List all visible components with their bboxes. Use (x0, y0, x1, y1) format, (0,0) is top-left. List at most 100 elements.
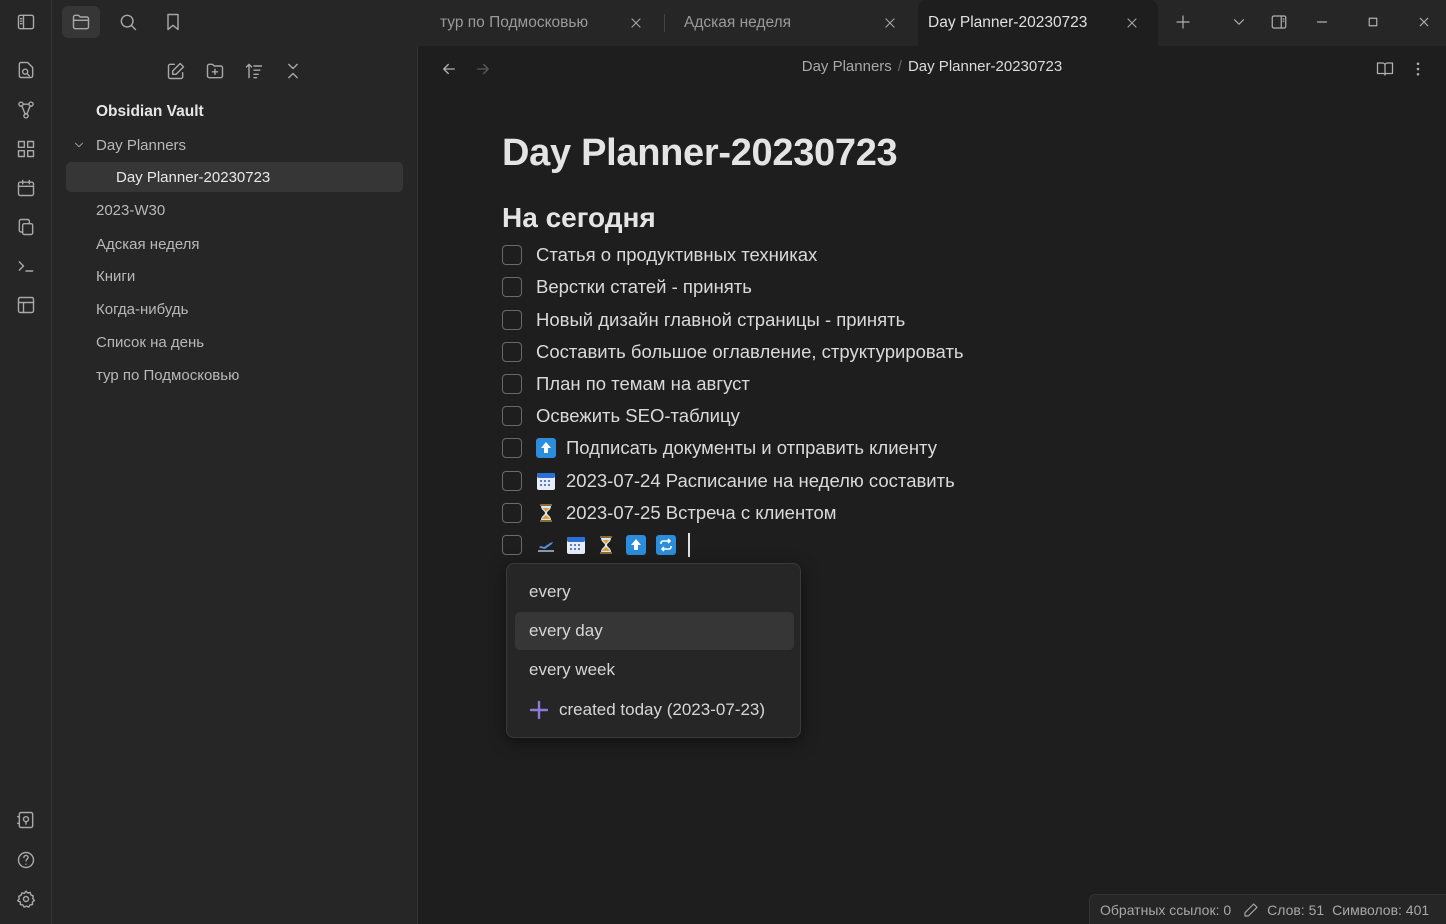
task-checkbox[interactable] (502, 277, 522, 297)
title-bar: тур по Подмосковью Адская неделя Day Pla… (17, 0, 1446, 46)
task-item: План по темам на август (502, 369, 750, 399)
task-checkbox[interactable] (502, 406, 522, 426)
help-icon[interactable] (14, 848, 38, 872)
file-kogda-nibud[interactable]: Когда-нибудь (96, 294, 188, 324)
task-text: Верстки статей - принять (536, 276, 752, 297)
file-explorer-folder-icon[interactable] (62, 6, 100, 38)
layout-icon[interactable] (14, 293, 38, 317)
vault-switcher-icon[interactable] (14, 808, 38, 832)
sort-order-icon[interactable] (240, 58, 268, 84)
calendar-icon (566, 535, 586, 555)
close-icon[interactable] (624, 11, 648, 35)
bookmark-icon[interactable] (154, 6, 192, 38)
new-folder-icon[interactable] (201, 58, 229, 84)
status-bar: Обратных ссылок: 0 Слов: 51 Символов: 40… (1089, 894, 1446, 924)
search-icon[interactable] (109, 6, 147, 38)
task-item: Составить большое оглавление, структурир… (502, 337, 964, 367)
autocomplete-suggestions: every every day every week created today… (506, 563, 801, 738)
edit-pencil-icon[interactable] (1243, 902, 1259, 918)
toggle-sidebar-icon[interactable] (7, 6, 45, 38)
file-2023-w30[interactable]: 2023-W30 (96, 195, 165, 225)
task-text: Статья о продуктивных техниках (536, 244, 818, 265)
settings-gear-icon[interactable] (14, 887, 38, 911)
suggestion-every-day[interactable]: every day (515, 612, 794, 650)
backlinks-count[interactable]: Обратных ссылок: 0 (1100, 902, 1231, 918)
tab-adskaya-nedelya[interactable]: Адская неделя (662, 0, 916, 46)
tab-label: Day Planner-20230723 (928, 14, 1088, 31)
suggestion-created-today[interactable]: created today (2023-07-23) (515, 691, 794, 729)
task-text: Подписать документы и отправить клиенту (566, 437, 937, 458)
breadcrumb-folder[interactable]: Day Planners (802, 58, 892, 75)
char-count: Символов: 401 (1332, 901, 1430, 918)
task-checkbox[interactable] (502, 535, 522, 555)
section-heading: На сегодня (502, 202, 656, 233)
page-title: Day Planner-20230723 (502, 132, 898, 174)
task-text: 2023-07-25 Встреча с клиентом (566, 502, 837, 523)
daily-note-calendar-icon[interactable] (14, 176, 38, 200)
obsidian-window: тур по Подмосковью Адская неделя Day Pla… (0, 0, 1446, 924)
task-checkbox[interactable] (502, 503, 522, 523)
word-count: Слов: 51 (1267, 901, 1325, 918)
task-text: 2023-07-24 Расписание на неделю составит… (566, 470, 955, 491)
collapse-all-icon[interactable] (279, 58, 307, 84)
task-item: Освежить SEO-таблицу (502, 401, 740, 431)
chevron-down-icon[interactable] (72, 138, 96, 152)
task-text: Новый дизайн главной страницы - принять (536, 309, 906, 330)
hourglass-icon (536, 503, 556, 523)
breadcrumb-current[interactable]: Day Planner-20230723 (908, 58, 1062, 75)
file-explorer-sidebar: Obsidian Vault Day Planners Day Planner-… (52, 46, 418, 924)
minimize-icon[interactable] (1307, 8, 1337, 36)
task-item: 2023-07-24 Расписание на неделю составит… (502, 466, 955, 496)
templates-copy-icon[interactable] (14, 215, 38, 239)
toggle-right-sidebar-icon[interactable] (1264, 8, 1294, 36)
maximize-icon[interactable] (1358, 8, 1388, 36)
vault-name[interactable]: Obsidian Vault (96, 97, 204, 127)
plus-icon (529, 700, 549, 720)
open-quick-switcher-icon[interactable] (14, 58, 38, 82)
repeat-icon (656, 535, 676, 555)
tab-list-chevron-down-icon[interactable] (1224, 8, 1254, 36)
canvas-icon[interactable] (14, 137, 38, 161)
tab-label: Адская неделя (684, 14, 792, 31)
reading-view-book-icon[interactable] (1371, 56, 1399, 82)
task-text: Составить большое оглавление, структурир… (536, 341, 964, 362)
command-palette-icon[interactable] (14, 254, 38, 278)
task-checkbox[interactable] (502, 342, 522, 362)
hourglass-icon (596, 535, 616, 555)
task-item-editing[interactable] (502, 530, 690, 560)
file-adskaya-nedelya[interactable]: Адская неделя (96, 229, 200, 259)
task-checkbox[interactable] (502, 310, 522, 330)
close-window-icon[interactable] (1409, 8, 1439, 36)
graph-view-icon[interactable] (14, 98, 38, 122)
task-checkbox[interactable] (502, 438, 522, 458)
folder-day-planners[interactable]: Day Planners (72, 130, 186, 160)
up-arrow-icon (536, 438, 556, 458)
airplane-departure-icon (536, 535, 556, 555)
file-knigi[interactable]: Книги (96, 261, 135, 291)
editor-pane: Day Planners / Day Planner-20230723 Day Pl… (418, 46, 1446, 924)
task-text: План по темам на август (536, 373, 750, 394)
suggestion-label: created today (2023-07-23) (559, 700, 766, 719)
task-item: 2023-07-25 Встреча с клиентом (502, 498, 836, 528)
task-checkbox[interactable] (502, 471, 522, 491)
suggestion-every-week[interactable]: every week (515, 651, 794, 689)
task-checkbox[interactable] (502, 245, 522, 265)
suggestion-every[interactable]: every (515, 573, 794, 611)
file-spisok-na-den[interactable]: Список на день (96, 327, 204, 357)
task-item: Новый дизайн главной страницы - принять (502, 305, 905, 335)
tab-day-planner[interactable]: Day Planner-20230723 (918, 0, 1158, 46)
text-cursor (688, 533, 690, 557)
breadcrumb: Day Planners / Day Planner-20230723 (418, 58, 1446, 75)
close-icon[interactable] (878, 11, 902, 35)
task-checkbox[interactable] (502, 374, 522, 394)
task-item: Подписать документы и отправить клиенту (502, 433, 937, 463)
more-options-icon[interactable] (1404, 56, 1432, 82)
new-tab-plus-icon[interactable] (1168, 8, 1198, 36)
file-label: Day Planner-20230723 (116, 168, 271, 186)
task-item: Статья о продуктивных техниках (502, 240, 817, 270)
tab-tur-po-podmoskovyu[interactable]: тур по Подмосковью (418, 0, 662, 46)
file-day-planner-20230723[interactable]: Day Planner-20230723 (66, 162, 403, 192)
file-tur-po-podmoskovyu[interactable]: тур по Подмосковью (96, 360, 239, 390)
new-note-icon[interactable] (162, 58, 190, 84)
close-icon[interactable] (1120, 11, 1144, 35)
